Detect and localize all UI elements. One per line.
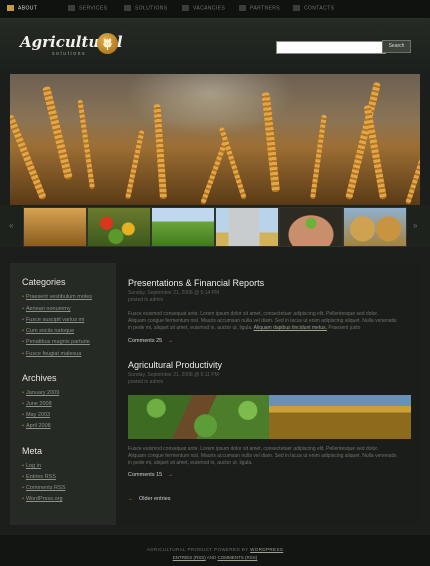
older-entries-link[interactable]: ← Older entries [128,496,171,502]
comments-rss-link[interactable]: COMMENTS (RSS) [218,555,258,560]
logo-subtitle: solutions [52,51,87,57]
post-author: posted in admin [128,297,164,303]
nav-bullet-icon [68,5,75,11]
golden-field-image [269,395,411,439]
wheat-ear [218,126,247,200]
post-author: posted in admin [128,379,164,385]
wheat-ear [363,104,387,200]
hero-banner-image [10,74,420,205]
thumbnail-green-field[interactable] [151,207,215,247]
category-link[interactable]: Praesent vestibulum moles [22,294,92,300]
archive-link[interactable]: January 2009 [22,390,59,396]
post-inline-link[interactable]: Aliquam dapibus tincidunt metus. [254,325,327,331]
entries-rss-link[interactable]: ENTRIES (RSS) [173,555,206,560]
comments-link[interactable]: Comments 25 → [128,338,173,344]
footer-credits: AGRICULTURAL PRODUCT POWERED BY WORDPRES… [146,547,284,552]
wheat-ear [405,136,420,205]
main-content: Presentations & Financial Reports Sunday… [116,263,420,525]
post-excerpt: Fusce euismod consequat ante. Lorem ipsu… [128,446,397,466]
archive-link[interactable]: May 2003 [22,412,50,418]
category-link[interactable]: Aenean nonummy [22,306,71,312]
archives-heading: Archives [22,373,57,383]
nav-bullet-icon [293,5,300,11]
nav-bullet-icon [239,5,246,11]
header: Agricultural solutions Search [0,19,430,74]
post-excerpt: Fusce euismod consequat ante. Lorem ipsu… [128,311,397,331]
thumbnail-vegetables[interactable] [87,207,151,247]
post-meta: Sunday, September 21, 2008 @ 5:11 PM pos… [128,372,219,386]
nav-item-services[interactable]: SERVICES [68,5,107,11]
thumbnail-grain-silo[interactable] [215,207,279,247]
nav-item-partners[interactable]: PARTNERS [239,5,280,11]
nav-bullet-icon [124,5,131,11]
post-date: Sunday, September 21, 2008 @ 5:11 PM [128,372,219,378]
post-title[interactable]: Presentations & Financial Reports [128,278,264,288]
nav-bullet-icon [182,5,189,11]
footer: AGRICULTURAL PRODUCT POWERED BY WORDPRES… [0,535,430,566]
thumbnail-hay-bales[interactable] [343,207,407,247]
wheat-ear [261,92,280,193]
footer-rss: ENTRIES (RSS) AND COMMENTS (RSS) [172,555,258,560]
arrow-right-icon: → [167,338,174,344]
archive-link[interactable]: June 2008 [22,401,52,407]
search-button[interactable]: Search [382,40,411,53]
thumbnail-seedling-hands[interactable] [279,207,343,247]
wheat-ear [77,99,95,190]
search-input[interactable] [276,41,386,54]
meta-link-login[interactable]: Log in [22,463,41,469]
nav-item-vacancies[interactable]: VACANCIES [182,5,225,11]
wheat-ear [42,85,73,180]
post-date: Sunday, September 21, 2008 @ 5:14 PM [128,290,220,296]
wheat-ear [310,114,327,200]
arrow-left-icon: ← [128,496,134,502]
next-arrow-icon[interactable]: » [413,221,417,230]
comments-link[interactable]: Comments 15 → [128,472,173,478]
category-link[interactable]: Fusce suscipit varius mi [22,317,84,323]
category-link[interactable]: Penatibus magnis parturie [22,339,90,345]
meta-link-entries-rss[interactable]: Entries RSS [22,474,56,480]
nav-item-contacts[interactable]: CONTACTS [293,5,334,11]
nav-bullet-icon [7,5,14,11]
category-link[interactable]: Fusce feugiat malesua [22,351,81,357]
meta-link-wordpress[interactable]: WordPress.org [22,496,63,502]
post-image [128,395,411,439]
wordpress-link[interactable]: WORDPRESS [250,547,283,552]
meta-heading: Meta [22,446,43,456]
category-link[interactable]: Cum sociis natoque [22,328,74,334]
top-navigation: ABOUT SERVICES SOLUTIONS VACANCIES PARTN… [0,0,430,19]
post-title[interactable]: Agricultural Productivity [128,360,222,370]
categories-heading: Categories [22,277,66,287]
wheat-ear [153,103,167,200]
wheat-ear [10,114,47,201]
wheat-ear [125,130,145,200]
thumbnail-wheat[interactable] [23,207,87,247]
wheat-logo-icon [97,33,118,54]
nav-item-solutions[interactable]: SOLUTIONS [124,5,168,11]
lettuce-field-image [128,395,269,439]
prev-arrow-icon[interactable]: « [9,221,13,230]
nav-item-about[interactable]: ABOUT [7,5,37,11]
meta-link-comments-rss[interactable]: Comments RSS [22,485,65,491]
archive-link[interactable]: April 2008 [22,423,51,429]
sidebar: Categories Praesent vestibulum moles Aen… [10,263,116,525]
arrow-right-icon: → [167,472,174,478]
post-meta: Sunday, September 21, 2008 @ 5:14 PM pos… [128,290,219,304]
